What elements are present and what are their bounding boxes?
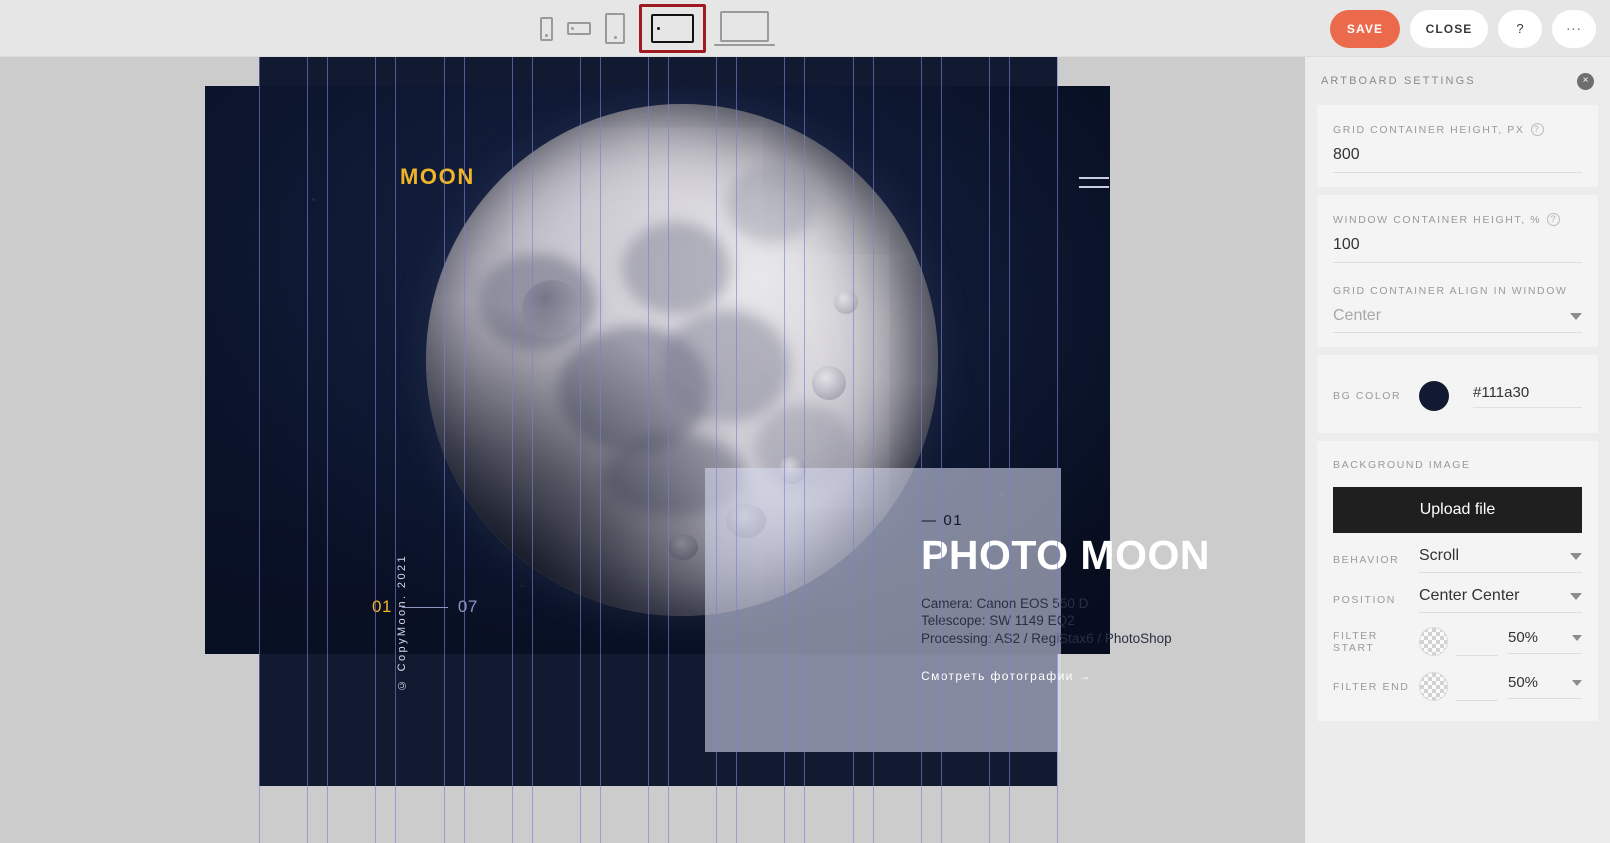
view-photos-link[interactable]: Смотреть фотографии → xyxy=(921,669,1361,683)
laptop-base-icon xyxy=(714,44,775,46)
tablet-portrait-icon xyxy=(605,13,625,44)
position-value: Center Center xyxy=(1419,587,1520,604)
chevron-down-icon xyxy=(1570,312,1582,320)
filter-start-color-swatch[interactable] xyxy=(1419,627,1448,656)
chevron-down-icon xyxy=(1572,634,1582,641)
help-icon[interactable]: ? xyxy=(1530,123,1544,136)
grid-align-select[interactable]: Center xyxy=(1333,307,1582,333)
phone-portrait-icon xyxy=(540,16,553,41)
top-toolbar: SAVE CLOSE ? ... xyxy=(0,0,1610,57)
tablet-landscape-icon xyxy=(651,14,694,43)
device-phone-portrait-button[interactable] xyxy=(540,16,553,41)
site-logo[interactable]: MOON xyxy=(400,164,475,190)
filter-start-opacity-select[interactable]: 50% xyxy=(1508,629,1582,654)
pagination-total: 07 xyxy=(457,597,478,616)
filter-end-row: FILTER END 50% xyxy=(1333,672,1582,701)
grid-height-label-row: GRID CONTAINER HEIGHT, PX ? xyxy=(1333,123,1582,136)
filter-start-label: FILTER START xyxy=(1333,629,1378,654)
filter-end-underline xyxy=(1456,673,1498,701)
photo-title: PHOTO MOON xyxy=(921,532,1210,578)
settings-panel-header: ARTBOARD SETTINGS × xyxy=(1305,57,1610,105)
bg-color-card: BG COLOR #111a30 xyxy=(1317,355,1598,433)
slide-pagination: 01 07 xyxy=(372,597,478,617)
device-preview-switcher xyxy=(540,0,775,57)
photo-index-label: — 01 xyxy=(921,512,964,529)
photo-info-card: — 01 PHOTO MOON Camera: Canon EOS 550 D … xyxy=(705,468,1209,752)
save-button[interactable]: SAVE xyxy=(1330,9,1400,48)
filter-start-underline xyxy=(1456,628,1498,656)
device-phone-landscape-button[interactable] xyxy=(567,22,591,35)
position-select[interactable]: Center Center xyxy=(1419,587,1582,613)
device-tablet-landscape-button[interactable] xyxy=(639,4,706,53)
background-image-card: BACKGROUND IMAGE Upload file BEHAVIOR Sc… xyxy=(1317,441,1598,721)
grid-height-input[interactable] xyxy=(1333,146,1582,173)
hamburger-menu-icon[interactable] xyxy=(1079,177,1109,188)
pagination-divider xyxy=(401,606,448,608)
artboard-settings-panel: ARTBOARD SETTINGS × GRID CONTAINER HEIGH… xyxy=(1305,57,1610,843)
bg-color-hex-value[interactable]: #111a30 xyxy=(1473,384,1582,408)
grid-align-value: Center xyxy=(1333,307,1382,324)
filter-end-opacity-value: 50% xyxy=(1508,674,1539,691)
bg-color-swatch[interactable] xyxy=(1419,381,1449,411)
window-settings-card: WINDOW CONTAINER HEIGHT, % ? GRID CONTAI… xyxy=(1317,195,1598,347)
chevron-down-icon xyxy=(1570,552,1582,560)
behavior-value: Scroll xyxy=(1419,547,1460,564)
spec-processing: Processing: AS2 / RegiStax6 / PhotoShop xyxy=(921,630,1172,646)
pagination-current: 01 xyxy=(372,597,392,616)
spec-camera: Camera: Canon EOS 550 D xyxy=(921,596,1089,611)
grid-align-label: GRID CONTAINER ALIGN IN WINDOW xyxy=(1333,285,1568,297)
laptop-icon xyxy=(720,11,769,42)
chevron-down-icon xyxy=(1570,592,1582,600)
bg-color-label: BG COLOR xyxy=(1333,390,1402,402)
window-height-label-row: WINDOW CONTAINER HEIGHT, % ? xyxy=(1333,213,1582,226)
filter-start-opacity-value: 50% xyxy=(1508,629,1539,646)
phone-landscape-icon xyxy=(567,22,591,35)
filter-end-opacity-select[interactable]: 50% xyxy=(1508,674,1582,699)
close-icon[interactable]: × xyxy=(1577,72,1594,90)
filter-end-color-swatch[interactable] xyxy=(1419,672,1448,701)
filter-start-row: FILTER START 50% xyxy=(1333,627,1582,656)
help-button[interactable]: ? xyxy=(1498,9,1542,48)
background-image-section-label: BACKGROUND IMAGE xyxy=(1333,459,1471,471)
photo-info-content: — 01 PHOTO MOON Camera: Canon EOS 550 D … xyxy=(921,512,1361,683)
device-laptop-button[interactable] xyxy=(714,11,775,46)
close-button[interactable]: CLOSE xyxy=(1410,9,1488,48)
behavior-row: BEHAVIOR Scroll xyxy=(1333,547,1582,573)
filter-end-label: FILTER END xyxy=(1333,680,1410,693)
grid-height-card: GRID CONTAINER HEIGHT, PX ? xyxy=(1317,105,1598,187)
position-label: POSITION xyxy=(1333,594,1396,606)
spec-telescope: Telescope: SW 1149 EQ2 xyxy=(921,613,1075,629)
behavior-label: BEHAVIOR xyxy=(1333,554,1400,566)
bg-color-row: BG COLOR #111a30 xyxy=(1333,375,1582,413)
more-options-button[interactable]: ... xyxy=(1552,9,1596,48)
help-icon[interactable]: ? xyxy=(1547,213,1561,226)
window-height-input[interactable] xyxy=(1333,236,1582,263)
position-row: POSITION Center Center xyxy=(1333,587,1582,613)
upload-file-button[interactable]: Upload file xyxy=(1333,487,1582,533)
photo-specs-list: Camera: Canon EOS 550 D Telescope: SW 11… xyxy=(921,595,1361,647)
settings-panel-title: ARTBOARD SETTINGS xyxy=(1321,75,1476,87)
window-height-label: WINDOW CONTAINER HEIGHT, % xyxy=(1333,213,1542,226)
toolbar-actions: SAVE CLOSE ? ... xyxy=(1330,0,1596,57)
behavior-select[interactable]: Scroll xyxy=(1419,547,1582,573)
device-tablet-portrait-button[interactable] xyxy=(605,13,625,44)
grid-height-label: GRID CONTAINER HEIGHT, PX xyxy=(1333,123,1525,136)
copyright-vertical-text: © CopyMoon. 2021 xyxy=(396,554,408,692)
chevron-down-icon xyxy=(1572,679,1582,686)
